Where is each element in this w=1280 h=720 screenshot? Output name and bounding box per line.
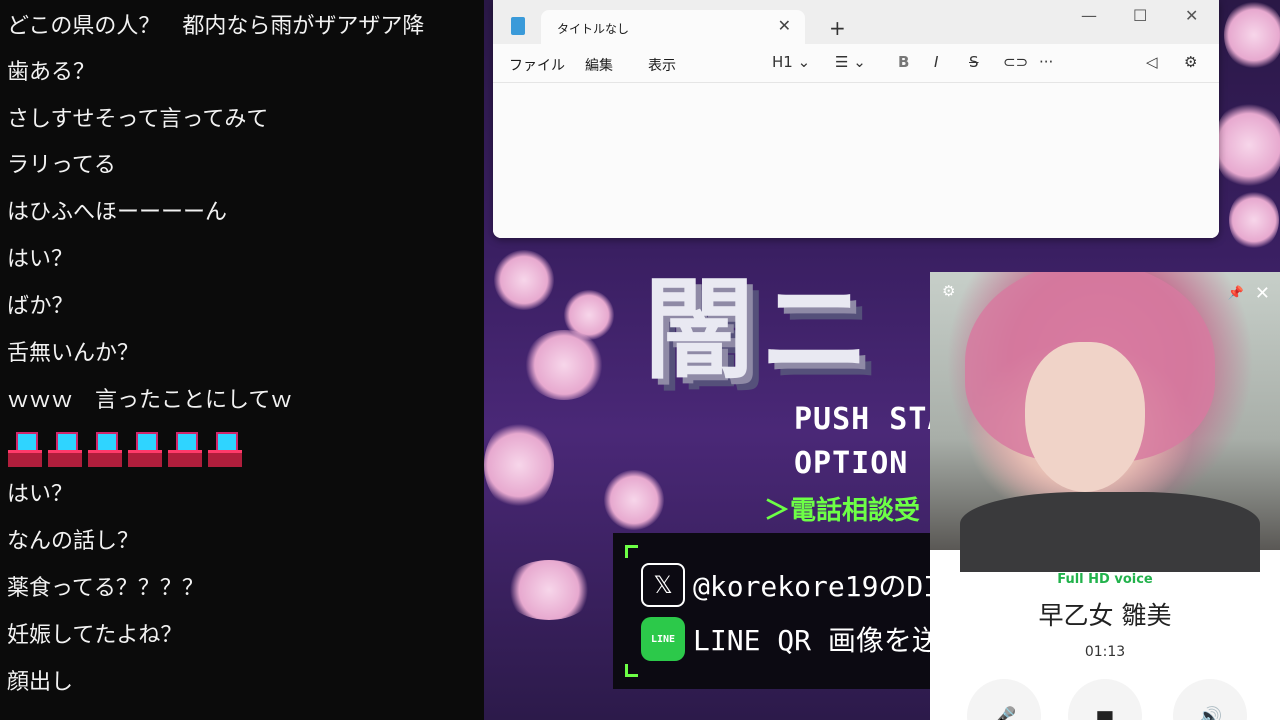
chat-line: ラリってる — [7, 153, 116, 178]
tab-title: タイトルなし — [557, 22, 630, 36]
frame-corner-icon — [625, 664, 638, 677]
chat-line: ｗｗｗ 言ったことにしてｗ — [7, 388, 293, 413]
notepad-titlebar: タイトルなし ✕ + — ☐ ✕ — [493, 0, 1219, 44]
menu-file[interactable]: ファイル — [509, 55, 565, 75]
caller-photo: ⚙ 📌 ✕ — [930, 272, 1280, 572]
pixel-pc-emoji-icon — [47, 430, 83, 467]
menu-push-start: PUSH STA — [794, 402, 947, 437]
window-close-icon[interactable]: ✕ — [1185, 6, 1198, 25]
chevron-down-icon: ⌄ — [853, 53, 866, 71]
announcement-icon[interactable]: ◁ — [1146, 53, 1158, 71]
chat-line: 舌無いんか？ — [7, 341, 140, 366]
cherry-blossom — [494, 250, 554, 310]
cherry-blossom — [524, 330, 604, 400]
strikethrough-icon[interactable]: S — [969, 53, 979, 71]
chat-line: 妊娠してたよね？ — [7, 623, 183, 648]
menu-phone-consult: ＞電話相談受 — [764, 496, 921, 526]
call-settings-icon[interactable]: ⚙ — [942, 282, 955, 300]
italic-icon[interactable]: I — [934, 53, 938, 71]
cherry-blossom — [504, 560, 594, 620]
contact-box: 𝕏 @korekore19のDI LINE LINE QR 画像を送 — [613, 533, 943, 689]
list-icon: ☰ — [835, 53, 849, 71]
settings-icon[interactable]: ⚙ — [1184, 53, 1197, 71]
notepad-app-icon — [511, 17, 525, 35]
chevron-down-icon: ⌄ — [797, 53, 811, 71]
cherry-blossom — [564, 290, 614, 340]
contact-x-text: @korekore19のDI — [693, 570, 941, 603]
call-close-icon[interactable]: ✕ — [1255, 283, 1270, 304]
chat-line: はい？ — [7, 482, 74, 507]
list-dropdown[interactable]: ☰ ⌄ — [835, 53, 866, 71]
chat-panel: どこの県の人？ 都内なら雨がザアザア降 歯ある？ さしすせそって言ってみて ラリ… — [0, 0, 484, 720]
frame-corner-icon — [625, 545, 638, 558]
notepad-tab[interactable]: タイトルなし ✕ — [541, 10, 805, 44]
caller-shirt — [960, 492, 1260, 572]
cherry-blossom — [1229, 190, 1279, 250]
notepad-menubar: ファイル 編集 表示 H1 ⌄ ☰ ⌄ B I S ⊂⊃ ··· ◁ ⚙ — [493, 44, 1219, 83]
chat-line: ばか？ — [7, 294, 74, 319]
notepad-text-area[interactable] — [493, 83, 1219, 238]
caller-name: 早乙女 雛美 — [1038, 601, 1172, 630]
chat-line: さしすせそって言ってみて — [7, 107, 269, 132]
call-window: ⚙ 📌 ✕ Full HD voice 早乙女 雛美 01:13 🎤 ■ 🔊 — [930, 272, 1280, 720]
menu-edit[interactable]: 編集 — [585, 55, 613, 75]
video-camera-icon: ■ — [1095, 705, 1115, 720]
pixel-pc-emoji-icon — [87, 430, 123, 467]
caller-face — [1025, 342, 1145, 492]
chat-line: はい？ — [7, 247, 74, 272]
pin-icon[interactable]: 📌 — [1228, 286, 1244, 301]
contact-line-text: LINE QR 画像を送 — [693, 624, 940, 657]
contact-x-row: 𝕏 @korekore19のDI — [641, 563, 940, 607]
call-duration: 01:13 — [1084, 644, 1126, 660]
cherry-blossom — [604, 470, 664, 530]
pixel-pc-emoji-icon — [7, 430, 43, 467]
call-quality-label: Full HD voice — [1057, 572, 1153, 587]
heading-label: H1 — [772, 53, 793, 71]
line-logo-icon: LINE — [641, 617, 685, 661]
mic-button[interactable]: 🎤 — [967, 679, 1041, 720]
microphone-icon: 🎤 — [991, 705, 1017, 720]
menu-option: OPTION — [794, 446, 909, 481]
pixel-pc-emoji-icon — [127, 430, 163, 467]
chat-line: 薬食ってる？？？？ — [7, 576, 204, 601]
speaker-button[interactable]: 🔊 — [1173, 679, 1247, 720]
pixel-pc-emoji-icon — [207, 430, 243, 467]
contact-line-row: LINE LINE QR 画像を送 — [641, 617, 940, 661]
stream-logo: 闇ニ — [644, 266, 876, 394]
cherry-blossom — [1214, 100, 1280, 190]
notepad-window: タイトルなし ✕ + — ☐ ✕ ファイル 編集 表示 H1 ⌄ ☰ ⌄ B I… — [493, 0, 1219, 238]
emoji-row — [7, 430, 243, 467]
new-tab-icon[interactable]: + — [829, 16, 846, 40]
chat-line: 歯ある？ — [7, 60, 96, 85]
menu-view[interactable]: 表示 — [648, 55, 676, 75]
chat-line: どこの県の人？ 都内なら雨がザアザア降 — [7, 14, 425, 39]
minimize-icon[interactable]: — — [1081, 6, 1097, 25]
link-icon[interactable]: ⊂⊃ — [1003, 53, 1028, 71]
video-button[interactable]: ■ — [1068, 679, 1142, 720]
cherry-blossom — [484, 420, 554, 510]
x-logo-icon: 𝕏 — [641, 563, 685, 607]
chat-line: なんの話し？ — [7, 529, 140, 554]
maximize-icon[interactable]: ☐ — [1133, 6, 1147, 25]
heading-dropdown[interactable]: H1 ⌄ — [772, 53, 810, 71]
chat-line: 顔出し — [7, 670, 74, 695]
tab-close-icon[interactable]: ✕ — [778, 16, 791, 35]
chat-line: はひふへほーーーーん — [7, 200, 228, 225]
speaker-icon: 🔊 — [1197, 705, 1223, 720]
pixel-pc-emoji-icon — [167, 430, 203, 467]
more-icon[interactable]: ··· — [1039, 53, 1053, 71]
cherry-blossom — [1224, 0, 1280, 70]
bold-icon[interactable]: B — [898, 53, 909, 71]
